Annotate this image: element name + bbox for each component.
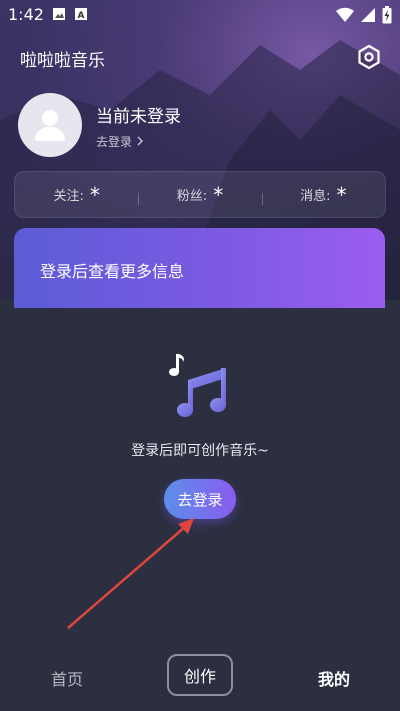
stats-bar: 关注: * 粉丝: * 消息: *: [14, 171, 386, 218]
stat-messages[interactable]: 消息: *: [261, 182, 385, 207]
wifi-icon: [336, 7, 354, 23]
stat-fans-label: 粉丝:: [176, 189, 208, 204]
stat-fans[interactable]: 粉丝: *: [138, 185, 261, 205]
settings-icon[interactable]: [356, 44, 382, 70]
signal-icon: [361, 8, 375, 22]
stat-following-label: 关注:: [53, 189, 84, 204]
status-bar: 1:42 A: [0, 0, 400, 28]
avatar[interactable]: [18, 93, 82, 157]
bottom-tab-bar: 首页 创作 我的: [0, 646, 400, 711]
app-title: 啦啦啦音乐: [20, 51, 105, 71]
stat-fans-value: *: [213, 182, 224, 207]
promo-banner[interactable]: 登录后查看更多信息: [14, 228, 385, 308]
music-note-icon: [169, 354, 226, 417]
battery-charging-icon: [382, 6, 392, 24]
go-login-link-label: 去登录: [96, 135, 133, 149]
go-login-button[interactable]: 去登录: [164, 479, 236, 519]
status-time: 1:42: [8, 5, 44, 24]
stat-following-value: *: [89, 182, 100, 207]
login-status-text: 当前未登录: [96, 107, 181, 127]
promo-text: 登录后查看更多信息: [40, 262, 185, 281]
tab-home[interactable]: 首页: [51, 666, 83, 690]
empty-state-text: 登录后即可创作音乐~: [131, 443, 269, 459]
stat-messages-label: 消息:: [300, 189, 331, 204]
stat-following[interactable]: 关注: *: [15, 185, 138, 205]
tab-create[interactable]: 创作: [167, 654, 233, 696]
stat-messages-value: *: [336, 182, 347, 207]
user-icon: [35, 110, 65, 141]
image-icon: [53, 8, 65, 20]
tab-mine[interactable]: 我的: [318, 666, 350, 690]
svg-text:A: A: [78, 11, 85, 21]
chevron-right-icon: [137, 136, 143, 146]
a-box-icon: A: [75, 8, 87, 21]
go-login-link[interactable]: 去登录: [96, 133, 144, 150]
